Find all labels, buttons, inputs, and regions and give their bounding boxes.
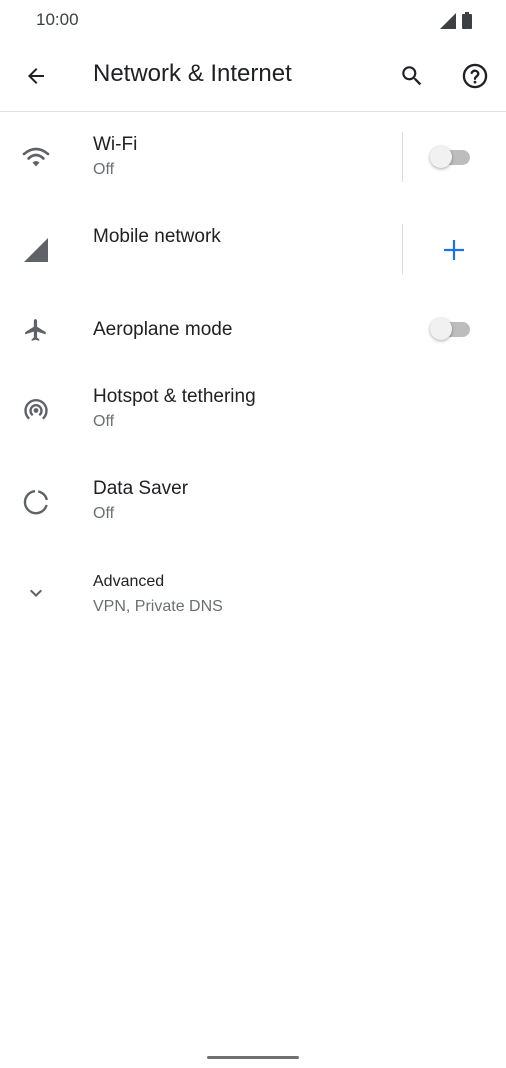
hotspot-tethering-item[interactable]: Hotspot & tethering Off xyxy=(0,374,506,454)
mobile-network-title: Mobile network xyxy=(93,226,221,247)
aeroplane-mode-title: Aeroplane mode xyxy=(93,319,233,340)
hotspot-tethering-title: Hotspot & tethering xyxy=(93,386,256,407)
search-button[interactable] xyxy=(390,54,434,98)
page-title: Network & Internet xyxy=(93,60,292,87)
gesture-nav-handle[interactable] xyxy=(207,1056,299,1059)
divider xyxy=(402,132,403,182)
wifi-title: Wi-Fi xyxy=(93,134,138,155)
status-bar: 10:00 xyxy=(0,0,506,40)
back-button[interactable] xyxy=(14,54,58,98)
search-icon xyxy=(402,66,422,86)
airplane-icon xyxy=(14,308,58,352)
wifi-icon xyxy=(14,136,58,180)
status-time: 10:00 xyxy=(36,10,79,29)
wifi-status: Off xyxy=(93,161,115,178)
help-icon xyxy=(462,63,488,89)
hotspot-tethering-status: Off xyxy=(93,413,115,430)
data-saver-icon xyxy=(14,480,58,524)
data-saver-title: Data Saver xyxy=(93,478,189,499)
signal-icon xyxy=(440,12,456,34)
advanced-item[interactable]: Advanced VPN, Private DNS xyxy=(0,560,506,636)
toggle-thumb xyxy=(430,146,452,168)
aeroplane-mode-item[interactable]: Aeroplane mode xyxy=(0,306,506,354)
aeroplane-mode-toggle[interactable] xyxy=(430,316,472,342)
app-bar: Network & Internet xyxy=(0,40,506,112)
status-icons xyxy=(440,12,472,34)
mobile-network-item[interactable]: Mobile network xyxy=(0,214,506,294)
add-icon xyxy=(444,240,464,260)
advanced-summary: VPN, Private DNS xyxy=(93,598,223,615)
chevron-down-icon xyxy=(14,571,58,615)
help-button[interactable] xyxy=(453,54,497,98)
data-saver-status: Off xyxy=(93,505,115,522)
hotspot-icon xyxy=(14,388,58,432)
divider xyxy=(402,224,403,274)
back-arrow-icon xyxy=(28,68,44,84)
toggle-thumb xyxy=(430,318,452,340)
mobile-signal-icon xyxy=(14,228,58,272)
wifi-item[interactable]: Wi-Fi Off xyxy=(0,122,506,202)
battery-icon xyxy=(462,12,472,34)
data-saver-item[interactable]: Data Saver Off xyxy=(0,466,506,546)
wifi-toggle[interactable] xyxy=(430,144,472,170)
advanced-title: Advanced xyxy=(93,573,165,590)
add-mobile-network-button[interactable] xyxy=(432,228,476,272)
